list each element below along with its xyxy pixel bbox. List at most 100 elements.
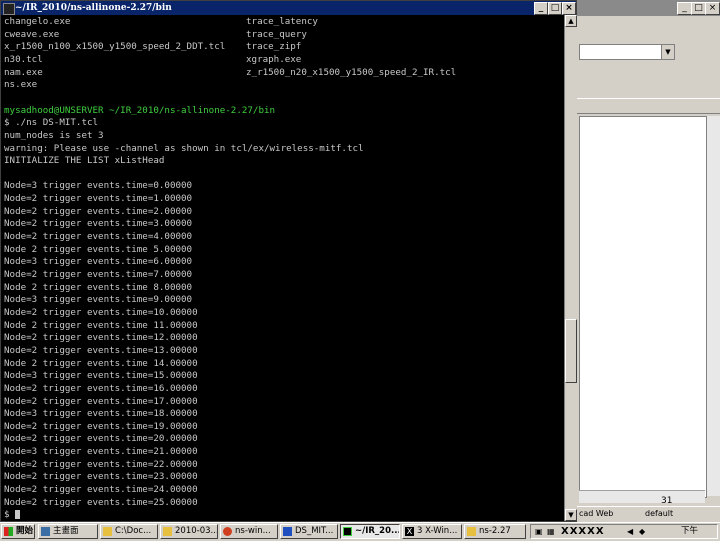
event-line: Node=2 trigger events.time=3.00000 [4,218,193,230]
close-icon[interactable]: × [705,2,720,15]
taskbar-item[interactable]: 2010-03... [160,524,218,539]
start-label: 開始 [16,526,34,536]
final-prompt[interactable]: $ [4,509,21,521]
terminal-icon [3,3,15,15]
text-cursor [15,510,21,519]
desktop-icon [41,527,50,536]
taskbar-item[interactable]: ns-win... [220,524,278,539]
event-line: Node=2 trigger events.time=23.00000 [4,471,198,483]
event-line: Node=2 trigger events.time=12.00000 [4,332,198,344]
shell-prompt: mysadhood@UNSERVER ~/IR_2010/ns-allinone… [4,104,276,116]
event-line: Node=2 trigger events.time=1.00000 [4,193,193,205]
folder-icon [467,527,476,536]
window-title: ~/IR_2010/ns-allinone-2.27/bin [15,3,172,13]
file-entry: nam.exe [4,66,43,78]
background-vertical-scrollbar[interactable] [706,116,720,496]
event-line: Node=3 trigger events.time=15.00000 [4,370,198,382]
background-document-area[interactable] [579,116,707,498]
file-entry: changelo.exe [4,16,71,27]
terminal-window[interactable]: ~/IR_2010/ns-allinone-2.27/bin _ □ × cha… [0,0,577,522]
scroll-down-icon[interactable]: ▼ [565,509,577,521]
event-line: Node 2 trigger events.time 11.00000 [4,319,198,331]
volume-icon[interactable]: ◀ [627,525,633,538]
folder-icon [103,527,112,536]
event-line: Node=2 trigger events.time=16.00000 [4,382,198,394]
folder-icon [163,527,172,536]
taskbar-item-active[interactable]: ~/IR_20... [340,524,400,539]
background-window: _ □ × ▼ 31 cad Web default [576,0,720,522]
minimize-icon[interactable]: _ [677,2,692,15]
page-number: 31 [661,496,673,506]
event-line: Node=2 trigger events.time=19.00000 [4,420,198,432]
minimize-icon[interactable]: _ [534,2,548,15]
event-line: Node=2 trigger events.time=13.00000 [4,344,198,356]
scroll-thumb[interactable] [565,319,577,383]
close-icon[interactable]: × [562,2,576,15]
event-line: Node=2 trigger events.time=4.00000 [4,231,193,243]
terminal-output[interactable]: changelo.exe cweave.exe x_r1500_n100_x15… [1,15,563,521]
status-left-text: cad Web [579,509,614,518]
taskbar-item-label: ns-win... [235,526,271,536]
taskbar-item[interactable]: 主畫面 [38,524,98,539]
document-icon [283,527,292,536]
terminal-titlebar[interactable]: ~/IR_2010/ns-allinone-2.27/bin _ □ × [1,1,576,15]
chevron-down-icon[interactable]: ▼ [661,45,674,59]
event-line: Node 2 trigger events.time 8.00000 [4,281,193,293]
tray-app-icon[interactable]: ▦ [547,525,555,538]
file-entry: z_r1500_n20_x1500_y1500_speed_2_IR.tcl [246,66,457,78]
background-status-bar: cad Web default [577,506,720,521]
taskbar-item[interactable]: X3 X-Win... [402,524,462,539]
taskbar-item-label: 3 X-Win... [417,526,458,536]
scroll-up-icon[interactable]: ▲ [565,15,577,27]
event-line: Node=3 trigger events.time=6.00000 [4,256,193,268]
start-button[interactable]: 開始 [1,524,35,539]
shield-icon[interactable]: ◆ [639,525,645,538]
event-line: Node=2 trigger events.time=2.00000 [4,205,193,217]
event-line: Node=3 trigger events.time=9.00000 [4,294,193,306]
output-line: num_nodes is set 3 [4,129,104,141]
event-line: Node=2 trigger events.time=10.00000 [4,306,198,318]
event-line: Node=3 trigger events.time=21.00000 [4,446,198,458]
event-line: Node=2 trigger events.time=25.00000 [4,496,198,508]
maximize-icon[interactable]: □ [691,2,706,15]
background-titlebar: _ □ × [577,0,720,16]
event-line: Node 2 trigger events.time 14.00000 [4,357,198,369]
event-line: Node=3 trigger events.time=18.00000 [4,408,198,420]
taskbar-item-label: ~/IR_20... [355,526,400,536]
file-entry: trace_zipf [246,41,302,53]
tray-icons[interactable]: XXXXX [561,525,605,538]
file-entry: trace_latency [246,16,318,27]
system-tray: ▣ ▦ XXXXX ◀ ◆ 下午 [530,524,718,539]
output-line: warning: Please use -channel as shown in… [4,142,364,154]
final-prompt-symbol: $ [4,509,10,520]
maximize-icon[interactable]: □ [548,2,562,15]
network-icon[interactable]: ▣ [535,525,543,538]
taskbar-item-label: C:\Doc... [115,526,152,536]
event-line: Node=2 trigger events.time=20.00000 [4,433,198,445]
event-line: Node=2 trigger events.time=22.00000 [4,458,198,470]
clock[interactable]: 下午 [681,525,698,538]
output-line: INITIALIZE THE LIST xListHead [4,155,165,167]
background-panel-header [577,98,720,114]
browser-icon [223,527,232,536]
background-horizontal-scrollbar[interactable] [579,490,705,503]
shell-command: $ ./ns DS-MIT.tcl [4,117,99,129]
event-line: Node=2 trigger events.time=24.00000 [4,484,198,496]
event-line: Node=2 trigger events.time=7.00000 [4,269,193,280]
file-entry: ns.exe [4,79,38,91]
taskbar-item[interactable]: C:\Doc... [100,524,158,539]
taskbar-item-label: 主畫面 [53,526,79,536]
x-server-icon: X [405,527,414,536]
taskbar-item[interactable]: DS_MIT... [280,524,338,539]
event-line: Node 2 trigger events.time 5.00000 [4,243,193,255]
background-dropdown[interactable]: ▼ [579,44,675,60]
windows-logo-icon [4,527,13,536]
file-entry: x_r1500_n100_x1500_y1500_speed_2_DDT.tcl [4,41,226,53]
event-line: Node=2 trigger events.time=17.00000 [4,395,198,407]
taskbar-item[interactable]: ns-2.27 [464,524,526,539]
taskbar-item-label: ns-2.27 [479,526,511,536]
terminal-icon [343,527,352,536]
file-entry: cweave.exe [4,28,60,40]
terminal-scrollbar[interactable]: ▲ ▼ [564,15,577,521]
status-right-text: default [645,509,674,518]
